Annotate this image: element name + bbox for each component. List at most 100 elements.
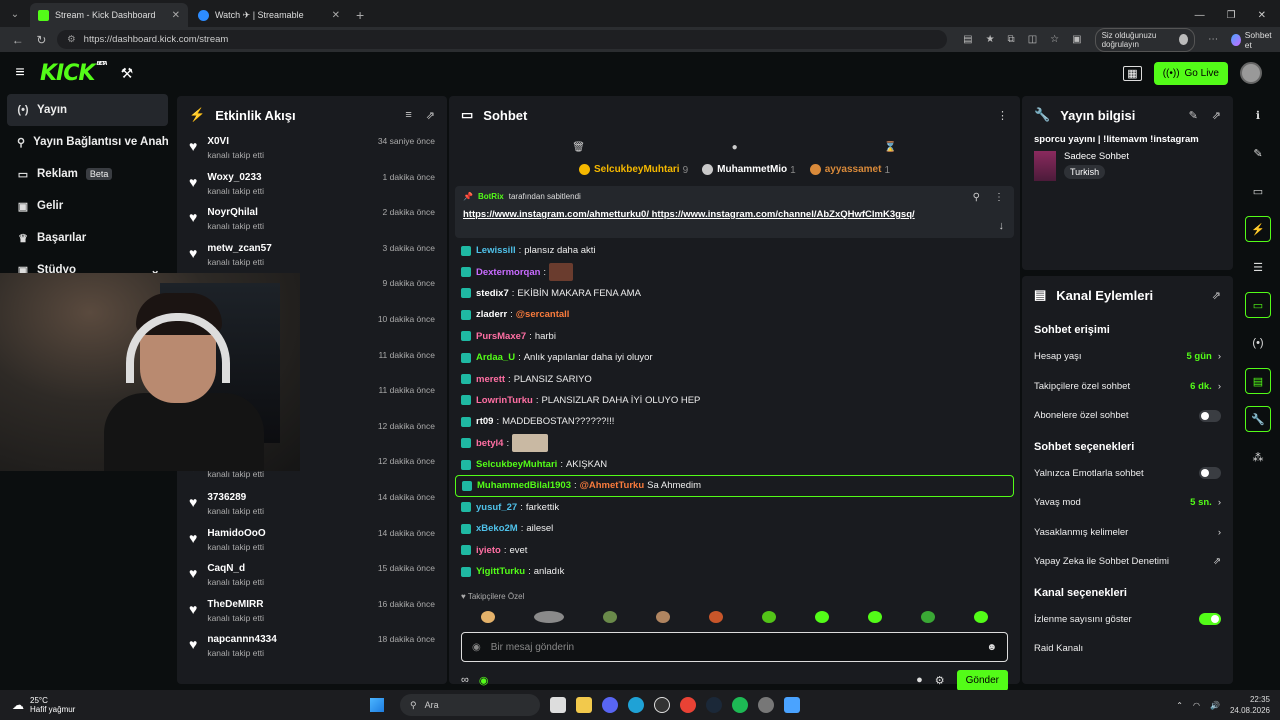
file-explorer-icon[interactable] [576, 697, 592, 713]
chat-username[interactable]: PursMaxe7 [476, 331, 526, 342]
message-icon[interactable]: ● [732, 142, 738, 153]
mention[interactable]: @AhmetTurku [580, 480, 645, 491]
activity-row[interactable]: ♥ CaqN_d 15 dakika önce kanalı takip etti [189, 561, 435, 597]
apps-icon[interactable]: ⁂ [1245, 444, 1271, 470]
activity-row[interactable]: ♥ TheDeMIRR 16 dakika önce kanalı takip e… [189, 597, 435, 633]
emote-icon[interactable] [974, 611, 989, 623]
maximize-icon[interactable]: ❐ [1227, 10, 1236, 21]
chat-username[interactable]: Ardaa_U [476, 352, 515, 363]
sidebar-item-achievements[interactable]: ♛ Başarılar [7, 222, 168, 254]
chat-bubble-icon[interactable]: ● [916, 674, 923, 686]
settings-gear-icon[interactable]: ⚙ [935, 674, 945, 687]
discord-icon[interactable] [602, 697, 618, 713]
trash-icon[interactable]: 🗑 [572, 142, 585, 153]
reader-icon[interactable]: ▤ [963, 34, 972, 45]
address-bar[interactable]: ⚙ https://dashboard.kick.com/stream [57, 30, 948, 49]
emote-icon[interactable] [868, 611, 883, 623]
popout-icon[interactable]: ⇗ [1212, 109, 1221, 122]
activity-row[interactable]: ♥ NoyrQhilal 2 dakika önce kanalı takip e… [189, 205, 435, 241]
chat-message[interactable]: rt09: MADDEBOSTAN??????!!! [461, 411, 1008, 432]
chat-message[interactable]: Ardaa_U: Anlık yapılanlar daha iyi oluyor [461, 347, 1008, 368]
moderation-hammer-icon[interactable]: ⚒ [121, 65, 134, 82]
new-tab-button[interactable]: + [356, 7, 364, 23]
category-name[interactable]: Sadece Sohbet [1064, 151, 1129, 162]
pinned-by[interactable]: BotRix [478, 192, 504, 201]
emote-icon[interactable] [655, 611, 670, 623]
activity-row[interactable]: ♥ metw_zcan57 3 dakika önce kanalı takip … [189, 241, 435, 277]
wifi-icon[interactable]: ◠ [1193, 701, 1200, 710]
close-tab-icon[interactable]: ✕ [172, 10, 180, 21]
follower-name[interactable]: Woxy_0233 [207, 172, 261, 183]
chat-username[interactable]: xBeko2M [476, 523, 518, 534]
reload-icon[interactable]: ↻ [30, 33, 54, 47]
weather-widget[interactable]: ☁ 25°C Hafif yağmur [0, 696, 370, 714]
emote-icon[interactable] [480, 611, 495, 623]
card-icon[interactable]: ▭ [1245, 178, 1271, 204]
close-tab-icon[interactable]: ✕ [332, 10, 340, 21]
keyboard-icon[interactable]: ▦ [1123, 65, 1142, 81]
app-icon[interactable] [758, 697, 774, 713]
subs-only-toggle[interactable] [1199, 409, 1221, 422]
expand-arrow-icon[interactable]: ↓ [999, 220, 1005, 232]
podium-entry[interactable]: SelcukbeyMuhtari 9 [579, 164, 688, 176]
edge-icon[interactable] [628, 697, 644, 713]
follower-name[interactable]: HamidoOoO [207, 528, 265, 539]
broadcast-icon[interactable]: (•) [1245, 330, 1271, 356]
split-icon[interactable]: ◫ [1028, 34, 1037, 45]
chevron-up-icon[interactable]: ⌃ [1176, 701, 1183, 710]
copilot-chat-button[interactable]: Sohbet et [1231, 30, 1274, 50]
sidebar-item-ads[interactable]: ▭ Reklam Beta [7, 158, 168, 190]
clock[interactable]: 22:35 24.08.2026 [1230, 694, 1270, 716]
slow-mode-row[interactable]: Yavaş mod 5 sn. › [1022, 488, 1233, 518]
chat-message[interactable]: stedix7: EKİBİN MAKARA FENA AMA [461, 283, 1008, 304]
task-view-icon[interactable] [550, 697, 566, 713]
favorite-star-icon[interactable]: ★ [986, 34, 995, 45]
follower-name[interactable]: TheDeMIRR [207, 599, 263, 610]
chat-message[interactable]: betyl4: [461, 433, 1008, 454]
mention[interactable]: @sercantall [516, 309, 570, 320]
chat-message[interactable]: YigittTurku: anladık [461, 561, 1008, 582]
ai-moderation-row[interactable]: Yapay Zeka ile Sohbet Denetimi ⇗ [1022, 547, 1233, 577]
chat-username[interactable]: zladerr [476, 309, 507, 320]
follower-name[interactable]: NoyrQhilal [207, 207, 258, 218]
popout-icon[interactable]: ⇗ [1212, 289, 1221, 302]
banned-words-row[interactable]: Yasaklanmış kelimeler › [1022, 518, 1233, 548]
minimize-icon[interactable]: — [1195, 10, 1205, 21]
pinned-links[interactable]: https://www.instagram.com/ahmetturku0/ h… [463, 209, 1006, 220]
steam-icon[interactable] [706, 697, 722, 713]
edit-pencil-icon[interactable]: ✎ [1245, 140, 1271, 166]
favorites-icon[interactable]: ☆ [1050, 34, 1059, 45]
go-live-button[interactable]: ((•)) Go Live [1153, 61, 1228, 85]
chrome-icon[interactable] [680, 697, 696, 713]
emote-icon[interactable] [921, 611, 936, 623]
category-thumbnail[interactable] [1034, 151, 1056, 181]
chat-message[interactable]: Dextermorqan: [461, 261, 1008, 282]
follower-name[interactable]: 3736289 [207, 492, 246, 503]
chat-username[interactable]: LowrinTurku [476, 395, 533, 406]
chat-username[interactable]: YigittTurku [476, 566, 525, 577]
pinned-more-icon[interactable]: ⋮ [994, 192, 1004, 203]
extensions-icon[interactable]: ⧉ [1008, 34, 1015, 45]
chat-username[interactable]: betyl4 [476, 438, 503, 449]
windows-start-icon[interactable] [370, 698, 384, 712]
activity-row[interactable]: ♥ Woxy_0233 1 dakika önce kanalı takip et… [189, 170, 435, 206]
emote-only-toggle[interactable] [1199, 467, 1221, 480]
filter-icon[interactable]: ≡ [405, 109, 411, 122]
activity-row[interactable]: ♥ 3736289 14 dakika önce kanalı takip ett… [189, 490, 435, 526]
wrench-icon[interactable]: 🔧 [1245, 406, 1271, 432]
speaker-icon[interactable]: 🔊 [1210, 701, 1220, 710]
sidebar-item-stream-key[interactable]: ⚲ Yayın Bağlantısı ve Anahtar [7, 126, 168, 158]
chat-username[interactable]: stedix7 [476, 288, 509, 299]
chat-message[interactable]: xBeko2M: ailesel [461, 518, 1008, 539]
account-age-row[interactable]: Hesap yaşı 5 gün › [1022, 342, 1233, 372]
kick-badge-icon[interactable]: ◉ [479, 674, 489, 687]
emote-icon[interactable] [602, 611, 617, 623]
viewer-count-toggle[interactable] [1199, 613, 1221, 626]
podium-entry[interactable]: ayyassamet 1 [809, 164, 890, 176]
hourglass-icon[interactable]: ⌛ [884, 142, 896, 153]
lightning-icon[interactable]: ⚡ [1245, 216, 1271, 242]
chat-username[interactable]: MuhammedBilal1903 [477, 480, 571, 491]
tab-streamable[interactable]: Watch ✈ | Streamable ✕ [190, 3, 348, 27]
activity-row[interactable]: ♥ X0VI 34 saniye önce kanalı takip etti [189, 134, 435, 170]
chat-username[interactable]: rt09 [476, 416, 493, 427]
